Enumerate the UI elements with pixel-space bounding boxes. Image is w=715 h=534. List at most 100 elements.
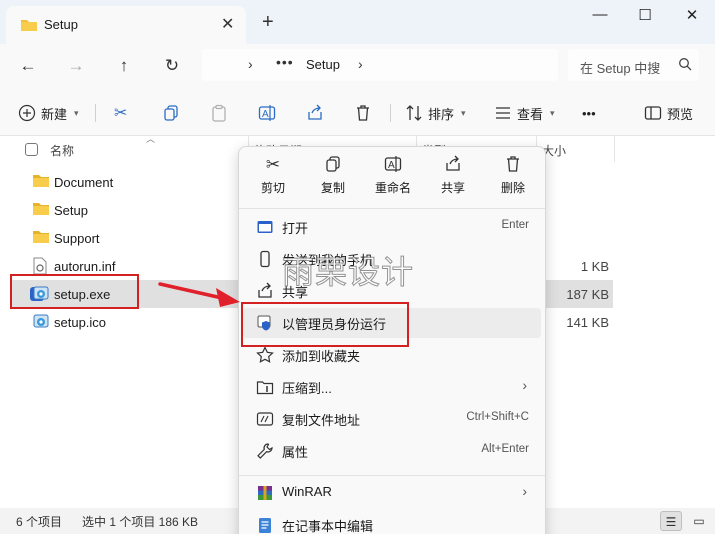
tiles-view-button[interactable]: ▭ [688,511,710,531]
paste-button[interactable] [210,102,228,124]
select-all-checkbox[interactable] [25,143,38,156]
view-icon [496,107,510,119]
tab-title: Setup [44,17,78,32]
delete-icon [487,155,539,177]
chevron-right-icon: › [522,377,527,393]
minimize-button[interactable]: — [585,6,615,28]
quick-action-delete[interactable]: 删除 [487,155,539,205]
toolbar-divider [95,104,96,122]
quick-action-copy[interactable]: 复制 [307,155,359,205]
chevron-right-icon[interactable]: › [358,56,363,72]
file-name: Setup [54,203,88,218]
tab-setup[interactable]: Setup ✕ [6,6,246,44]
navigation-bar: ← → ↑ ↻ › ••• Setup › 在 Setup 中搜 [0,44,715,90]
chevron-down-icon: ▾ [461,107,466,118]
preview-pane-button[interactable]: 预览 [644,102,693,124]
file-size: 141 KB [566,315,609,330]
folder-icon [32,229,50,248]
column-divider[interactable] [614,136,615,162]
delete-button[interactable] [354,102,372,124]
winrar-icon [256,484,274,502]
preview-label: 预览 [667,106,694,122]
menu-item-shortcut: Enter [501,219,530,231]
star-icon [256,346,274,364]
add-circle-icon [18,104,36,122]
annotation-highlight-setup-exe [10,274,139,309]
column-name[interactable]: 名称 [50,142,74,159]
menu-item-compress-to[interactable]: 压缩到... › [243,372,541,402]
delete-icon [357,105,369,121]
toolbar-divider [390,104,391,122]
new-tab-button[interactable]: + [262,12,274,32]
open-icon [256,218,274,236]
view-label: 查看 [517,106,544,122]
notepad-icon [256,516,274,534]
folder-icon [32,173,50,192]
watermark: 雨栗设计 [281,253,415,292]
maximize-button[interactable]: ☐ [630,6,660,28]
breadcrumb-setup[interactable]: Setup [306,57,340,72]
menu-item-open[interactable]: 打开 Enter [243,212,541,242]
search-box[interactable]: 在 Setup 中搜 [568,49,699,81]
sort-button[interactable]: 排序 ▾ [405,102,466,124]
view-button[interactable]: 查看 ▾ [494,102,555,124]
menu-item-edit-in-notepad[interactable]: 在记事本中编辑 [243,510,541,534]
share-button[interactable] [306,102,324,124]
cut-button[interactable]: ✂ [114,102,127,124]
file-name: Document [54,175,114,190]
selection-info: 选中 1 个项目 186 KB [82,515,199,529]
menu-item-label: WinRAR [282,484,332,499]
menu-item-label: 添加到收藏夹 [282,349,361,364]
menu-item-properties[interactable]: 属性 Alt+Enter [243,436,541,466]
rename-icon: A [367,155,419,177]
share-icon [308,104,322,120]
copy-button[interactable] [162,102,180,124]
menu-item-winrar[interactable]: WinRAR › [243,478,541,508]
quick-action-share[interactable]: 共享 [427,155,479,205]
close-tab-icon[interactable]: ✕ [221,14,234,34]
menu-item-shortcut: Ctrl+Shift+C [466,411,529,423]
search-icon [678,57,692,74]
cut-icon: ✂ [265,155,281,174]
more-options-button[interactable]: ••• [582,102,596,124]
zip-icon [256,378,274,396]
setup-ico-icon [32,313,50,334]
new-button[interactable]: 新建 ▾ [18,102,79,124]
address-bar[interactable]: › ••• Setup › [202,49,558,81]
svg-text:A: A [388,160,395,171]
refresh-button[interactable]: ↻ [160,54,184,78]
title-bar: Setup ✕ + — ☐ ✕ [0,0,715,44]
annotation-arrow-icon [158,282,240,307]
rename-button[interactable]: A [258,102,276,124]
search-placeholder: 在 Setup 中搜 [580,61,661,76]
item-count: 6 个项目 [16,515,63,529]
quick-action-label: 共享 [440,181,465,195]
more-label: ••• [582,105,596,121]
quick-action-label: 复制 [320,181,345,195]
file-name: setup.ico [54,315,107,330]
file-name: autorun.inf [54,259,116,274]
share-icon [256,282,274,300]
share-icon [427,155,479,177]
annotation-highlight-run-as-admin [241,302,409,347]
chevron-down-icon: ▾ [74,107,79,118]
phone-icon [256,250,274,268]
back-button[interactable]: ← [16,54,40,78]
folder-icon [20,17,38,36]
chevron-right-icon: › [248,56,253,72]
menu-divider [239,475,545,476]
breadcrumb-more-button[interactable]: ••• [276,54,294,70]
folder-icon [32,201,50,220]
menu-item-copy-path[interactable]: 复制文件地址 Ctrl+Shift+C [243,404,541,434]
chevron-right-icon: › [522,483,527,499]
quick-action-label: 重命名 [374,181,411,195]
close-window-button[interactable]: ✕ [677,6,707,28]
quick-action-rename[interactable]: A 重命名 [367,155,419,205]
up-button[interactable]: ↑ [112,54,136,78]
forward-button[interactable]: → [64,54,88,78]
quick-action-label: 删除 [500,181,525,195]
menu-divider [239,208,545,209]
cut-icon: ✂ [114,105,128,122]
details-view-button[interactable]: ☰ [660,511,682,531]
quick-action-cut[interactable]: ✂ 剪切 [247,155,299,205]
